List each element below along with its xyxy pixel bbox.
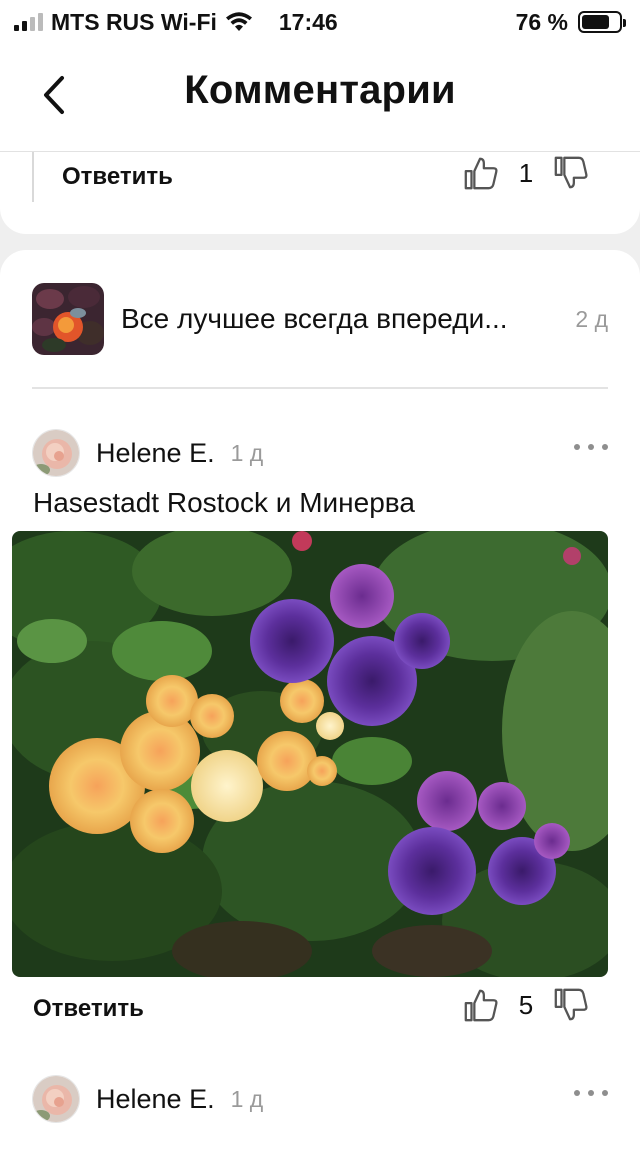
avatar[interactable] [32,429,80,477]
reply-button[interactable]: Ответить [33,995,144,1023]
thumbs-up-icon[interactable] [462,986,500,1024]
battery-fill [582,15,610,29]
battery-icon [578,11,626,33]
post-link[interactable]: Все лучшее всегда впереди... 2 д [32,282,608,356]
previous-comment-card: Ответить 1 [0,152,640,234]
carrier-label: MTS RUS Wi-Fi [51,8,217,35]
more-dot-icon [588,444,594,450]
comment-header: Helene E. 1 д [32,1075,608,1123]
more-dot-icon [588,1090,594,1096]
comment-header: Helene E. 1 д [32,429,608,477]
thread-line [32,152,34,202]
battery-percent: 76 % [515,8,568,35]
more-dot-icon [574,1090,580,1096]
author-name[interactable]: Helene E. [96,438,215,469]
page-title: Комментарии [184,68,456,112]
navigation-bar: Комментарии [0,44,640,152]
post-thumbnail [32,283,104,355]
more-dot-icon [574,444,580,450]
reply-button[interactable]: Ответить [62,163,173,191]
thumbs-up-icon[interactable] [462,154,500,192]
comment-age: 1 д [230,1085,264,1112]
like-count: 1 [518,157,534,188]
avatar[interactable] [32,1075,80,1123]
status-bar: MTS RUS Wi-Fi 17:46 76 % [0,0,640,44]
more-options-button[interactable] [574,437,608,457]
clock: 17:46 [278,8,338,35]
post-age: 2 д [575,305,608,332]
thumbs-down-icon[interactable] [552,154,590,192]
like-count: 5 [518,989,534,1020]
divider [32,387,608,389]
more-dot-icon [602,1090,608,1096]
comment-age: 1 д [230,439,264,466]
vote-controls: 5 [462,986,590,1024]
comment-photo[interactable] [12,531,608,977]
thumbs-down-icon[interactable] [552,986,590,1024]
comments-card: Все лучшее всегда впереди... 2 д Helene … [0,250,640,1150]
wifi-icon [225,12,252,31]
vote-controls: 1 [462,154,590,192]
post-title: Все лучшее всегда впереди... [121,303,508,334]
author-name[interactable]: Helene E. [96,1084,215,1115]
comment-text: Hasestadt Rostock и Минерва [33,487,415,518]
status-left: MTS RUS Wi-Fi 17:46 [14,9,338,36]
cellular-signal-icon [14,13,43,31]
more-dot-icon [602,444,608,450]
status-right: 76 % [515,8,626,36]
more-options-button[interactable] [574,1083,608,1103]
